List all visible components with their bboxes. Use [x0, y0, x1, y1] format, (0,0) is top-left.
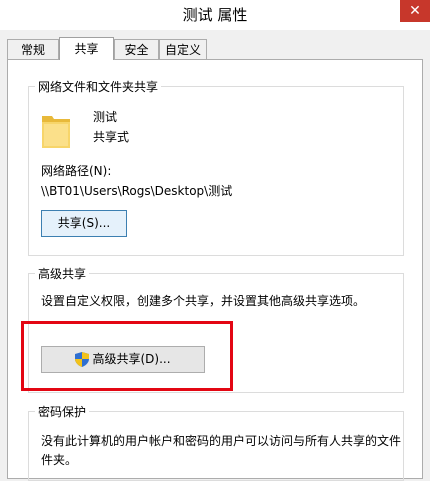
- close-button[interactable]: ✕: [400, 0, 430, 22]
- tab-strip: 常规 共享 安全 自定义: [7, 37, 423, 60]
- share-status: 共享式: [93, 130, 130, 144]
- close-icon: ✕: [409, 3, 421, 19]
- network-path-label: 网络路径(N):: [41, 164, 112, 178]
- tab-customize[interactable]: 自定义: [159, 39, 207, 59]
- advanced-sharing-group-title: 高级共享: [35, 265, 90, 282]
- highlight-box: [21, 321, 233, 391]
- password-protection-description-line2: 件夹。: [41, 453, 78, 467]
- tab-security[interactable]: 安全: [114, 39, 159, 59]
- tab-sharing[interactable]: 共享: [59, 37, 114, 60]
- network-path-value: \\BT01\Users\Rogs\Desktop\测试: [41, 184, 233, 198]
- folder-name: 测试: [93, 110, 118, 124]
- password-protection-description-line1: 没有此计算机的用户帐户和密码的用户可以访问与所有人共享的文件: [41, 434, 402, 448]
- advanced-sharing-description: 设置自定义权限，创建多个共享，并设置其他高级共享选项。: [41, 294, 366, 308]
- network-sharing-group-title: 网络文件和文件夹共享: [35, 78, 162, 95]
- share-button[interactable]: 共享(S)...: [41, 210, 127, 237]
- title-bar: 测试 属性 ✕: [0, 0, 430, 30]
- window-title: 测试 属性: [182, 6, 248, 24]
- password-protection-group-title: 密码保护: [35, 403, 90, 420]
- folder-icon: [42, 116, 70, 148]
- tab-general[interactable]: 常规: [7, 39, 59, 59]
